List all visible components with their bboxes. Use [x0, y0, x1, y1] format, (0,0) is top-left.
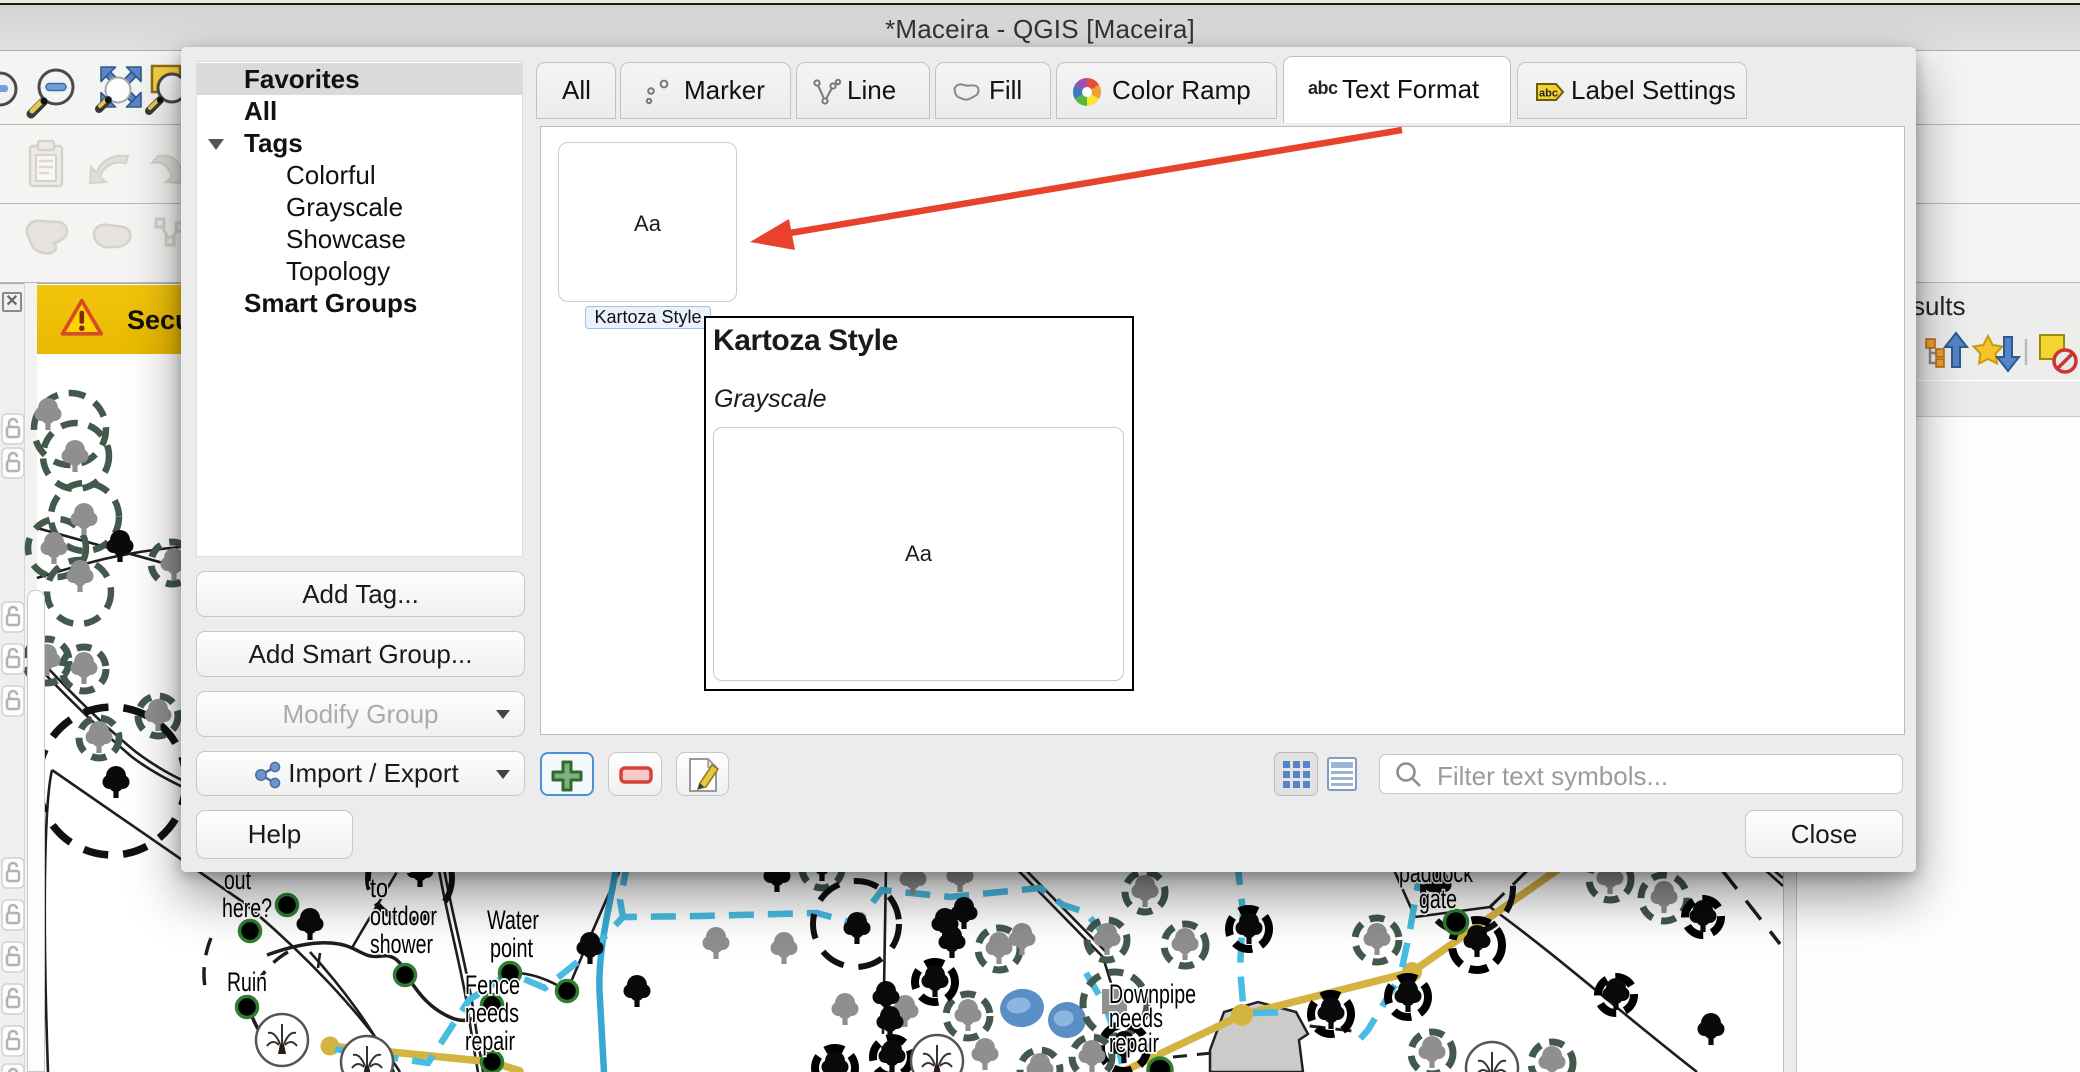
svg-text:to: to — [370, 873, 388, 903]
svg-text:repair: repair — [1109, 1028, 1159, 1058]
svg-text:abc: abc — [1539, 88, 1558, 100]
svg-text:gate: gate — [1419, 884, 1457, 914]
svg-text:Fence: Fence — [465, 970, 520, 1000]
svg-text:here?: here? — [222, 893, 272, 923]
svg-text:Ruin: Ruin — [227, 967, 267, 997]
svg-text:repair: repair — [465, 1026, 515, 1056]
svg-text:point: point — [490, 933, 533, 963]
svg-text:shower: shower — [370, 929, 433, 959]
svg-text:outdoor: outdoor — [370, 901, 437, 931]
svg-text:Water: Water — [487, 905, 539, 935]
svg-text:needs: needs — [465, 998, 519, 1028]
